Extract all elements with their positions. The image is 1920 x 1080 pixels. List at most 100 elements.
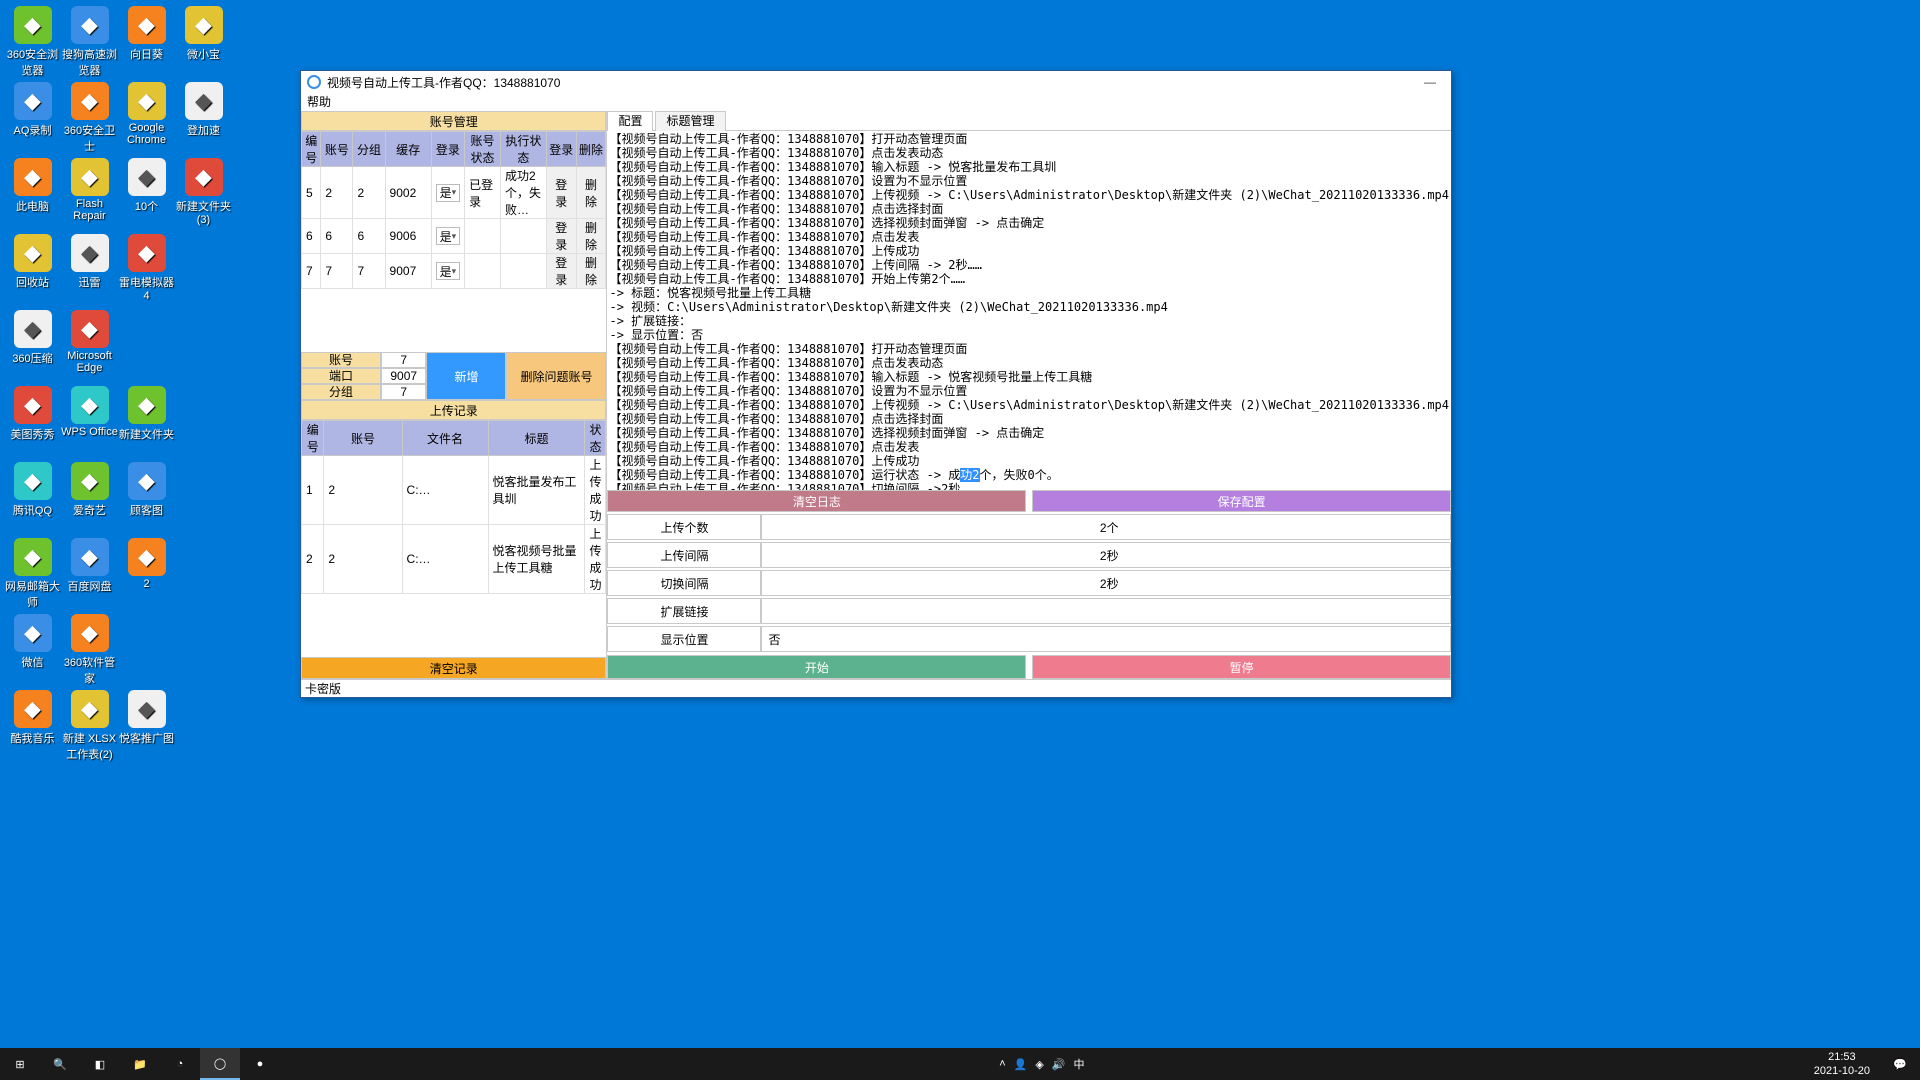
add-button[interactable]: 新增: [426, 352, 506, 400]
desktop-icon[interactable]: ◆10个: [118, 156, 175, 232]
input-account[interactable]: 7: [381, 352, 426, 368]
start-menu-button[interactable]: ⊞: [0, 1048, 40, 1080]
desktop-icon[interactable]: ◆腾讯QQ: [4, 460, 61, 536]
value-ext-link[interactable]: [761, 598, 1451, 624]
statusbar: 卡密版: [301, 679, 1451, 697]
tab-tags[interactable]: 标题管理: [655, 111, 725, 131]
desktop-icon[interactable]: ◆悦客推广图: [118, 688, 175, 764]
table-row[interactable]: 7779007是▾登录删除: [302, 254, 606, 289]
value-upload-interval[interactable]: 2秒: [761, 542, 1451, 568]
help-menu[interactable]: 帮助: [307, 95, 331, 109]
minimize-button[interactable]: —: [1415, 75, 1445, 89]
tab-config[interactable]: 配置: [607, 111, 653, 131]
desktop-icon[interactable]: [118, 612, 175, 688]
desktop-icon[interactable]: ◆此电脑: [4, 156, 61, 232]
notifications-icon[interactable]: 💬: [1880, 1048, 1920, 1080]
taskbar-app1[interactable]: ◔: [160, 1048, 200, 1080]
delete-button[interactable]: 删除: [576, 219, 606, 254]
desktop-icon[interactable]: ◆360压缩: [4, 308, 61, 384]
desktop-icon[interactable]: [118, 308, 175, 384]
desktop-icon[interactable]: [175, 232, 232, 308]
col-header: 执行状态: [500, 132, 546, 167]
account-table: 编号账号分组缓存登录账号状态执行状态登录删除 5229002是▾已登录成功2个，…: [301, 131, 606, 289]
taskbar[interactable]: ⊞ 🔍 ◧ 📁 ◔ ◯ ● ˄ 👤 ◈ 🔊 中 21:53 2021-10-20…: [0, 1048, 1920, 1080]
desktop-icon[interactable]: ◆新建 XLSX 工作表(2): [61, 688, 118, 764]
desktop-icon[interactable]: ◆微小宝: [175, 4, 232, 80]
desktop-icon[interactable]: [175, 536, 232, 612]
delete-button[interactable]: 删除: [576, 254, 606, 289]
pause-button[interactable]: 暂停: [1032, 655, 1451, 679]
desktop-icon[interactable]: ◆百度网盘: [61, 536, 118, 612]
table-row[interactable]: 6669006是▾登录删除: [302, 219, 606, 254]
label-upload-count: 上传个数: [607, 514, 761, 540]
tray-people-icon[interactable]: 👤: [1014, 1058, 1028, 1071]
taskbar-app2[interactable]: ●: [240, 1048, 280, 1080]
col-header: 标题: [488, 421, 585, 456]
clear-log-button[interactable]: 清空日志: [607, 490, 1026, 512]
desktop-icon[interactable]: ◆回收站: [4, 232, 61, 308]
select-combo[interactable]: 是▾: [436, 262, 461, 280]
desktop-icon[interactable]: ◆酷我音乐: [4, 688, 61, 764]
desktop-icon[interactable]: [175, 308, 232, 384]
tray-volume-icon[interactable]: 🔊: [1052, 1058, 1066, 1071]
login-button[interactable]: 登录: [546, 219, 576, 254]
desktop-icon[interactable]: ◆网易邮箱大师: [4, 536, 61, 612]
desktop-icon[interactable]: ◆顾客图: [118, 460, 175, 536]
desktop-icon[interactable]: ◆登加速: [175, 80, 232, 156]
taskbar-app-current[interactable]: ◯: [200, 1048, 240, 1080]
taskbar-clock[interactable]: 21:53 2021-10-20: [1804, 1050, 1880, 1078]
desktop-icon[interactable]: ◆雷电模拟器4: [118, 232, 175, 308]
start-button[interactable]: 开始: [607, 655, 1026, 679]
titlebar[interactable]: 视频号自动上传工具-作者QQ：1348881070 —: [301, 71, 1451, 93]
task-view-icon[interactable]: ◧: [80, 1048, 120, 1080]
tray-chevron-icon[interactable]: ˄: [999, 1058, 1005, 1070]
delete-problem-button[interactable]: 删除问题账号: [506, 352, 606, 400]
desktop-icon[interactable]: ◆Microsoft Edge: [61, 308, 118, 384]
select-combo[interactable]: 是▾: [436, 184, 461, 202]
table-row[interactable]: 12C:…悦客批量发布工具圳上传成功: [302, 456, 606, 525]
desktop-icon[interactable]: ◆360安全卫士: [61, 80, 118, 156]
explorer-icon[interactable]: 📁: [120, 1048, 160, 1080]
tray-network-icon[interactable]: ◈: [1035, 1058, 1043, 1071]
desktop-icon[interactable]: ◆360软件管家: [61, 612, 118, 688]
value-upload-count[interactable]: 2个: [761, 514, 1451, 540]
col-header: 缓存: [385, 132, 431, 167]
desktop-icon[interactable]: ◆360安全浏览器: [4, 4, 61, 80]
menubar: 帮助: [301, 93, 1451, 111]
desktop-icon[interactable]: [175, 612, 232, 688]
desktop-icon[interactable]: [175, 460, 232, 536]
value-switch-interval[interactable]: 2秒: [761, 570, 1451, 596]
desktop-icon[interactable]: ◆搜狗高速浏览器: [61, 4, 118, 80]
tray-ime[interactable]: 中: [1074, 1056, 1085, 1072]
desktop-icon[interactable]: ◆向日葵: [118, 4, 175, 80]
login-button[interactable]: 登录: [546, 254, 576, 289]
save-config-button[interactable]: 保存配置: [1032, 490, 1451, 512]
value-show-position[interactable]: 否: [761, 626, 1451, 652]
search-icon[interactable]: 🔍: [40, 1048, 80, 1080]
label-upload-interval: 上传间隔: [607, 542, 761, 568]
col-header: 登录: [546, 132, 576, 167]
desktop-icon[interactable]: ◆2: [118, 536, 175, 612]
desktop-icon[interactable]: ◆新建文件夹: [118, 384, 175, 460]
system-tray[interactable]: ˄ 👤 ◈ 🔊 中: [993, 1056, 1090, 1072]
desktop-icon[interactable]: ◆爱奇艺: [61, 460, 118, 536]
desktop-icon[interactable]: ◆迅雷: [61, 232, 118, 308]
delete-button[interactable]: 删除: [576, 167, 606, 219]
clear-records-button[interactable]: 清空记录: [301, 657, 606, 679]
table-row[interactable]: 22C:…悦客视频号批量上传工具糖上传成功: [302, 525, 606, 594]
desktop-icon[interactable]: [175, 688, 232, 764]
table-row[interactable]: 5229002是▾已登录成功2个，失败…登录删除: [302, 167, 606, 219]
login-button[interactable]: 登录: [546, 167, 576, 219]
input-group[interactable]: 7: [381, 384, 426, 400]
select-combo[interactable]: 是▾: [436, 227, 461, 245]
desktop-icon[interactable]: ◆微信: [4, 612, 61, 688]
desktop-icon[interactable]: ◆Flash Repair: [61, 156, 118, 232]
desktop-icon[interactable]: [175, 384, 232, 460]
desktop-icon[interactable]: ◆AQ录制: [4, 80, 61, 156]
col-header: 编号: [302, 132, 321, 167]
desktop-icon[interactable]: ◆新建文件夹(3): [175, 156, 232, 232]
desktop-icon[interactable]: ◆美图秀秀: [4, 384, 61, 460]
input-port[interactable]: 9007: [381, 368, 426, 384]
desktop-icon[interactable]: ◆WPS Office: [61, 384, 118, 460]
desktop-icon[interactable]: ◆Google Chrome: [118, 80, 175, 156]
